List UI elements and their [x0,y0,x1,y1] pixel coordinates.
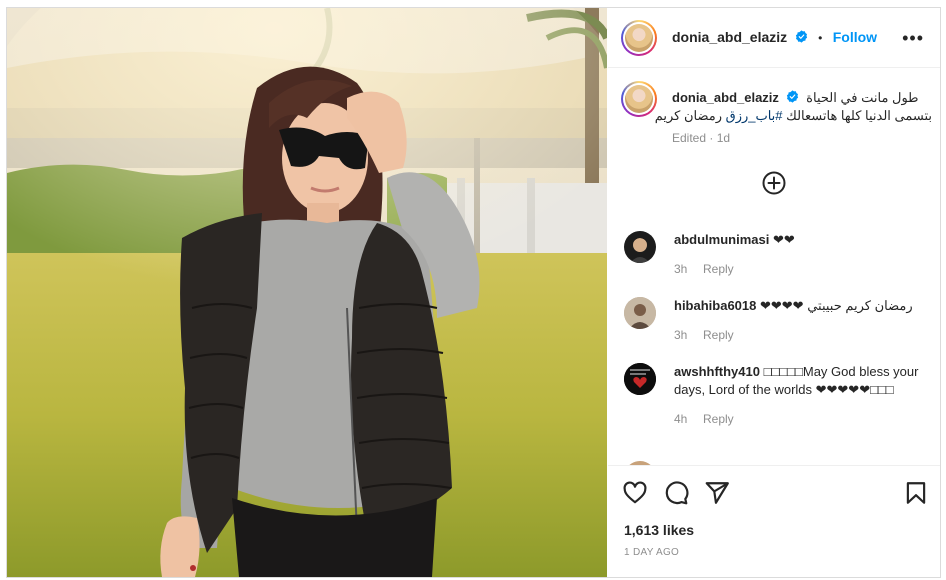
post-side-panel: donia_abd_elaziz • Follow ••• donia_abd_… [608,8,940,577]
comment-item: hibahiba6018 ❤❤❤❤ رمضان كريم حبيبتي 3h R… [624,297,924,344]
post-window: donia_abd_elaziz • Follow ••• donia_abd_… [6,7,941,578]
share-icon[interactable] [704,480,730,506]
comment-body: abdulmunimasi ❤❤ 3h Reply [674,231,924,278]
separator-dot: • [818,31,823,45]
caption-line-2: بتسمى الدنيا كلها هاتسعالك #باب_رزق رمضا… [655,107,932,125]
save-icon[interactable] [903,480,929,506]
comment-username[interactable]: abdulmunimasi [674,232,769,247]
caption-meta: Edited · 1d [672,131,731,145]
commenter-avatar[interactable] [624,363,656,395]
comment-time: 3h [674,262,688,276]
follow-button[interactable]: Follow [833,29,877,45]
add-circle-icon[interactable] [762,171,786,195]
caption-author-avatar[interactable] [621,81,657,117]
comment-time: 4h [674,412,688,426]
caption-block: donia_abd_elaziz طول مانت في الحياة بتسم… [655,89,932,145]
caption-line-2-start: بتسمى الدنيا كلها هاتسعالك [782,108,932,123]
post-photo[interactable] [7,8,607,577]
author-username[interactable]: donia_abd_elaziz [672,29,787,45]
comment-body: awshhfthy410 □□□□□May God bless your day… [674,363,924,428]
header-identity: donia_abd_elaziz • Follow [672,29,877,47]
reply-button[interactable]: Reply [703,328,734,342]
likes-count[interactable]: 1,613 likes [624,522,694,538]
comment-item: awshhfthy410 □□□□□May God bless your day… [624,363,924,443]
post-header: donia_abd_elaziz • Follow ••• [608,8,940,68]
comment-text: ❤❤ [772,232,795,247]
post-actions: 1,613 likes 1 DAY AGO [608,465,940,577]
comments-list[interactable]: donia_abd_elaziz طول مانت في الحياة بتسم… [608,69,940,465]
comment-username[interactable]: awshhfthy410 [674,364,760,379]
caption-username[interactable]: donia_abd_elaziz [672,90,779,105]
verified-badge-icon [795,30,807,43]
heart-icon[interactable] [622,480,648,506]
caption-line-2-end: رمضان كريم [654,108,726,123]
comment-username[interactable]: hibahiba6018 [674,298,756,313]
post-date[interactable]: 1 DAY AGO [624,547,679,558]
reply-button[interactable]: Reply [703,412,734,426]
caption-hashtag[interactable]: #باب_رزق [726,108,783,123]
comment-body: hibahiba6018 ❤❤❤❤ رمضان كريم حبيبتي 3h R… [674,297,924,344]
reply-button[interactable]: Reply [703,262,734,276]
caption-line-1: طول مانت في الحياة [806,90,919,105]
comment-item: abdulmunimasi ❤❤ 3h Reply [624,231,924,278]
comment-text: ❤❤❤❤ رمضان كريم حبيبتي [760,298,913,313]
author-avatar[interactable] [621,20,657,56]
commenter-avatar[interactable] [624,231,656,263]
photo-illustration [7,8,607,577]
comment-time: 3h [674,328,688,342]
more-options-icon[interactable]: ••• [902,28,924,49]
comment-icon[interactable] [663,480,689,506]
commenter-avatar[interactable] [624,297,656,329]
verified-badge-icon [786,90,798,103]
